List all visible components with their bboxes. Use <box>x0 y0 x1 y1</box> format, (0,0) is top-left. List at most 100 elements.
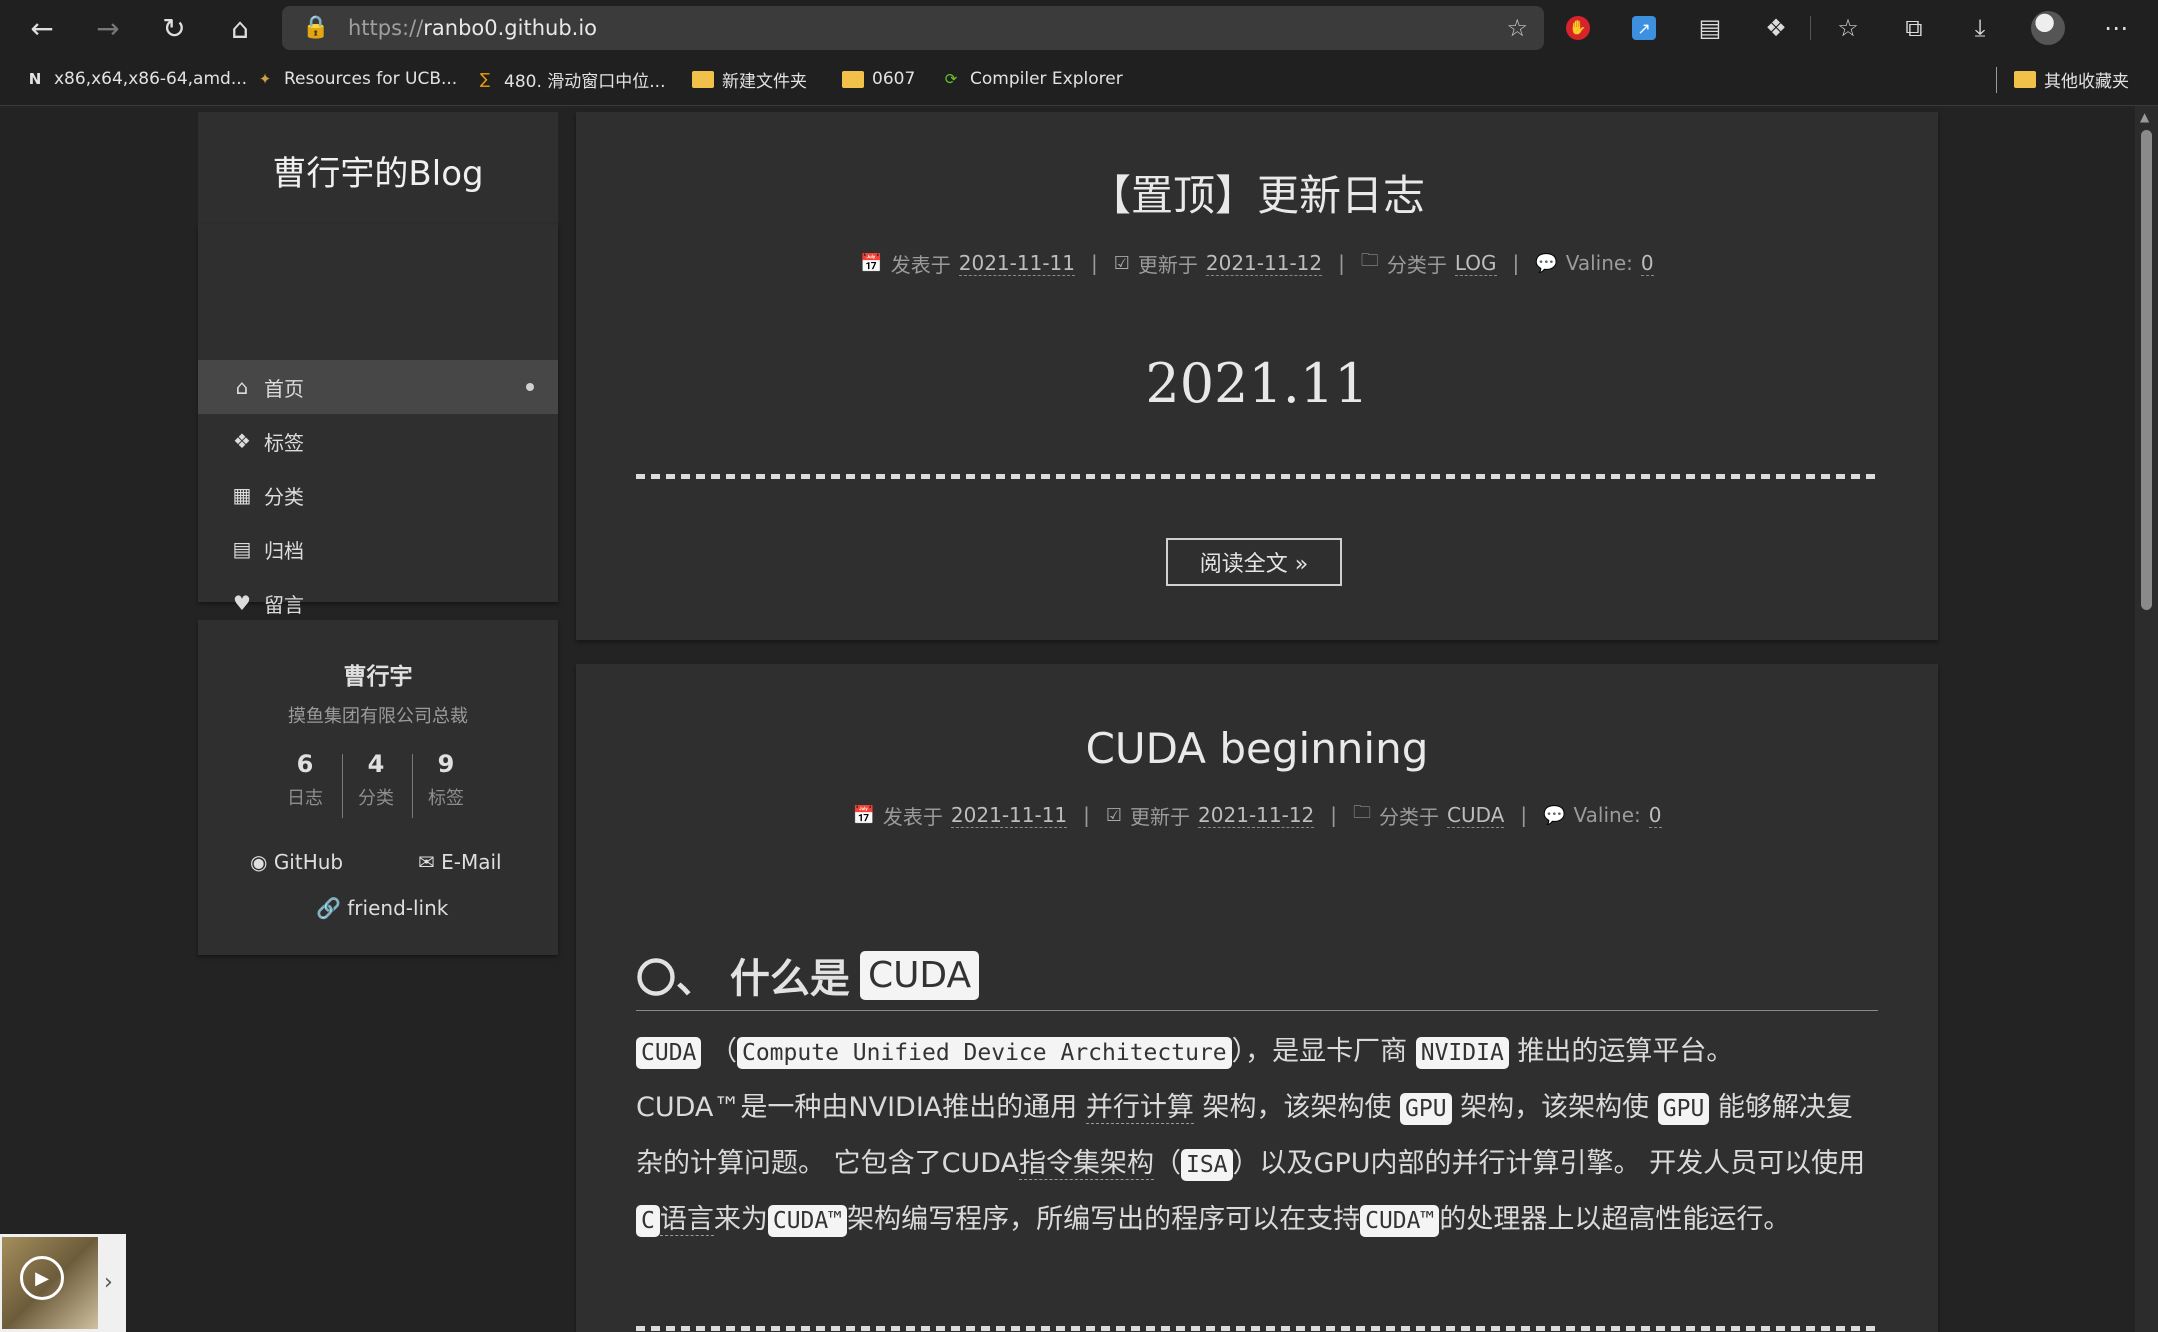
site-brand[interactable]: 曹行宇的Blog <box>198 112 558 228</box>
menu-item-categories[interactable]: ▦ 分类 <box>198 468 558 522</box>
favorites-icon[interactable]: ☆ <box>1828 10 1868 46</box>
post-title[interactable]: 【置顶】更新日志 <box>576 162 1938 223</box>
profile-avatar[interactable] <box>2028 10 2068 46</box>
folder-outline-icon: 🗀 <box>1360 250 1379 271</box>
notion-icon: N <box>28 70 42 88</box>
calendar-check-icon: ☑ <box>1113 252 1130 274</box>
page-scrollbar[interactable]: ▲ <box>2135 106 2158 1332</box>
menu-label: 留言 <box>264 592 304 617</box>
stat-count: 9 <box>437 750 455 778</box>
post-divider <box>636 474 1878 479</box>
home-icon: ⌂ <box>235 375 249 399</box>
stat-categories[interactable]: 4 分类 <box>341 750 411 810</box>
envelope-icon: ✉ <box>418 850 435 874</box>
posted-date[interactable]: 2021-11-11 <box>950 803 1068 828</box>
folder-outline-icon: 🗀 <box>1353 802 1372 823</box>
add-favorite-icon[interactable]: ☆ <box>1506 14 1528 42</box>
calendar-icon: 📅 <box>860 252 883 274</box>
comment-count[interactable]: 0 <box>1640 251 1654 276</box>
url-text[interactable]: https://ranbo0.github.io <box>348 16 597 40</box>
inline-code: CUDA™ <box>1360 1205 1440 1237</box>
lock-icon: 🔒 <box>302 15 330 40</box>
folder-icon <box>692 70 714 88</box>
category-link[interactable]: LOG <box>1454 251 1497 276</box>
stat-label: 标签 <box>428 788 464 809</box>
wiki-link[interactable]: 语言 <box>659 1204 714 1236</box>
bookmarks-divider <box>1996 67 1997 93</box>
menu-label: 首页 <box>264 376 304 401</box>
menu-item-home[interactable]: ⌂ 首页 <box>198 360 558 414</box>
inline-code: C <box>636 1205 660 1237</box>
stat-label: 分类 <box>358 788 394 809</box>
bookmark-item[interactable]: ✦ Resources for UCB... <box>254 66 457 92</box>
play-icon[interactable]: ▶ <box>20 1256 64 1300</box>
bookmark-folder[interactable]: 0607 <box>842 66 915 92</box>
bookmark-item[interactable]: ∑ 480. 滑动窗口中位... <box>474 66 666 92</box>
heartbeat-icon: ♥ <box>233 591 251 615</box>
forward-arrow-icon[interactable]: → <box>86 8 130 48</box>
stat-count: 4 <box>367 750 385 778</box>
adblock-extension-icon[interactable]: ✋ <box>1558 10 1598 46</box>
leetcode-icon: ∑ <box>479 70 491 88</box>
bookmark-folder[interactable]: 新建文件夹 <box>692 66 807 92</box>
friend-link[interactable]: 🔗 friend-link <box>316 896 448 920</box>
chevron-right-icon[interactable]: › <box>104 1270 113 1295</box>
stat-posts[interactable]: 6 日志 <box>270 750 340 810</box>
posted-date[interactable]: 2021-11-11 <box>958 251 1075 276</box>
music-player-widget[interactable]: ▶ › <box>0 1234 126 1332</box>
comment-icon: 💬 <box>1543 804 1566 826</box>
paragraph-line: C 语言来为 CUDA™ 架构编写程序，所编写出的程序可以在支持 CUDA™ 的处理器上以… <box>636 1192 1878 1249</box>
more-menu-icon[interactable]: ⋯ <box>2096 10 2136 46</box>
menu-item-archives[interactable]: ▤ 归档 <box>198 522 558 576</box>
inline-code: Compute Unified Device Architecture <box>736 1037 1232 1069</box>
grid-icon: ▦ <box>232 483 252 507</box>
post-card: CUDA beginning 📅 发表于 2021-11-11 | ☑ 更新于 2021… <box>576 664 1938 1332</box>
ucb-icon: ✦ <box>258 70 272 88</box>
wiki-link[interactable]: 指令集架构 <box>1018 1148 1154 1180</box>
stat-label: 日志 <box>287 788 323 809</box>
post-divider <box>636 1326 1878 1331</box>
address-bar[interactable]: 🔒 https://ranbo0.github.io ☆ <box>282 6 1544 50</box>
inline-code: CUDA <box>859 950 980 1000</box>
other-bookmarks-folder[interactable]: 其他收藏夹 <box>2014 66 2129 92</box>
inline-code: ISA <box>1180 1149 1233 1181</box>
email-link[interactable]: ✉ E-Mail <box>418 850 502 874</box>
bookmark-item[interactable]: Nx86,x64,x86-64,amd... <box>24 66 247 92</box>
stat-tags[interactable]: 9 标签 <box>411 750 481 810</box>
home-button-icon[interactable]: ⌂ <box>218 8 262 48</box>
refresh-icon[interactable]: ↻ <box>152 8 196 48</box>
browser-chrome: ← → ↻ ⌂ 🔒 https://ranbo0.github.io ☆ ✋ ↗… <box>0 0 2158 106</box>
collections-icon[interactable]: ⧉ <box>1894 10 1934 46</box>
url-scheme: https:// <box>348 16 424 40</box>
menu-label: 标签 <box>264 430 304 455</box>
translate-extension-icon[interactable]: ↗ <box>1624 10 1664 46</box>
inline-code: CUDA™ <box>767 1205 848 1237</box>
menu-item-tags[interactable]: ❖ 标签 <box>198 414 558 468</box>
paragraph-line: 杂的计算问题。 它包含了CUDA指令集架构（ ISA ）以及GPU内部的并行计算引擎… <box>636 1148 1866 1181</box>
scroll-up-arrow-icon[interactable]: ▲ <box>2140 110 2149 124</box>
link-icon: 🔗 <box>316 896 341 920</box>
wiki-link[interactable]: 并行计算 <box>1085 1092 1194 1124</box>
github-icon: ◉ <box>250 850 268 874</box>
post-title[interactable]: CUDA beginning <box>576 724 1938 773</box>
download-icon[interactable]: ⤓ <box>1960 10 2000 46</box>
back-arrow-icon[interactable]: ← <box>20 8 64 48</box>
calendar-icon: 📅 <box>852 804 875 826</box>
stat-count: 6 <box>296 750 314 778</box>
extensions-puzzle-icon[interactable]: ❖ <box>1756 10 1796 46</box>
comment-count[interactable]: 0 <box>1648 803 1662 828</box>
read-more-button[interactable]: 阅读全文 » <box>1166 538 1342 586</box>
updated-date[interactable]: 2021-11-12 <box>1205 251 1323 276</box>
comment-icon: 💬 <box>1535 252 1558 274</box>
archive-icon: ▤ <box>232 537 252 561</box>
post-meta: 📅 发表于 2021-11-11 | ☑ 更新于 2021-11-12 | 🗀 分类于 LO… <box>860 250 1654 277</box>
scrollbar-thumb[interactable] <box>2141 130 2152 610</box>
bookmark-item[interactable]: ⟳ Compiler Explorer <box>940 66 1123 92</box>
updated-date[interactable]: 2021-11-12 <box>1198 803 1315 828</box>
github-link[interactable]: ◉ GitHub <box>250 850 343 874</box>
reader-extension-icon[interactable]: ▤ <box>1690 10 1730 46</box>
category-link[interactable]: CUDA <box>1447 803 1505 828</box>
calendar-check-icon: ☑ <box>1105 804 1123 826</box>
page-content: 曹行宇的Blog ⌂ 首页 ❖ 标签 ▦ 分类 ▤ 归档 ♥ 留言 ⚲ 搜索 曹… <box>0 106 2135 1332</box>
bookmarks-bar: Nx86,x64,x86-64,amd... ✦ Resources for UC… <box>0 62 2158 94</box>
